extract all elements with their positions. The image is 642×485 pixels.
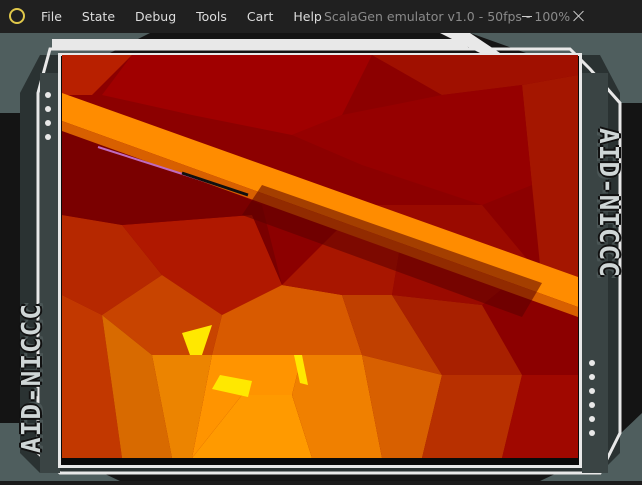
- menu-tools[interactable]: Tools: [196, 9, 227, 24]
- close-button[interactable]: [551, 0, 597, 33]
- title-bar: File State Debug Tools Cart Help ScalaGe…: [0, 0, 642, 33]
- game-scene: [62, 55, 578, 458]
- game-screen[interactable]: [62, 55, 578, 458]
- menu-bar: File State Debug Tools Cart Help: [41, 0, 342, 33]
- minimize-button[interactable]: [504, 0, 550, 33]
- menu-help[interactable]: Help: [293, 9, 322, 24]
- menu-file[interactable]: File: [41, 9, 62, 24]
- menu-state[interactable]: State: [82, 9, 115, 24]
- frame-logo-left: AID-NICCC: [17, 303, 47, 453]
- minimize-icon: [522, 16, 532, 17]
- menu-cart[interactable]: Cart: [247, 9, 273, 24]
- frame-logo-right: AID-NICCC: [593, 128, 623, 278]
- app-logo-icon[interactable]: [9, 8, 25, 24]
- menu-debug[interactable]: Debug: [135, 9, 176, 24]
